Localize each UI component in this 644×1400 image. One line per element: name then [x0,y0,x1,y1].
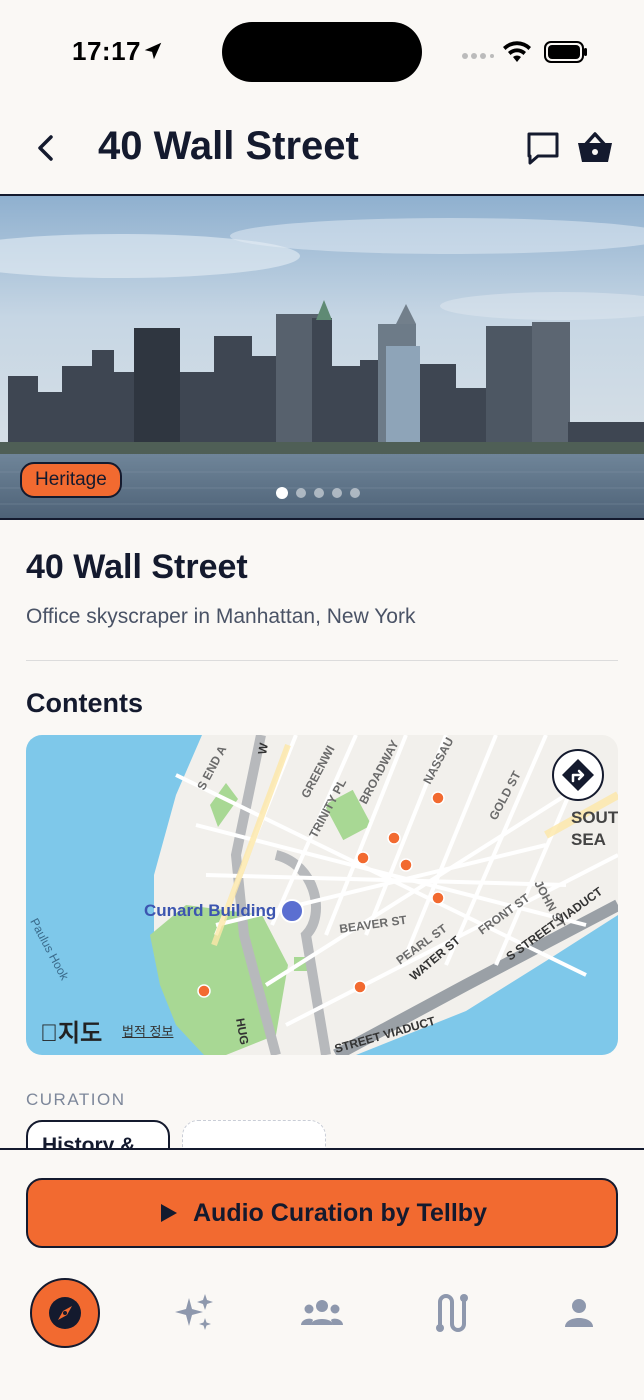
carousel-dot[interactable] [332,488,342,498]
tab-bar [0,1270,644,1360]
carousel-dots[interactable] [276,487,360,499]
tab-ai[interactable] [159,1278,229,1348]
play-icon [161,1204,177,1222]
map-area-label: SOUTH SEA [571,807,618,851]
carousel-dot[interactable] [276,487,288,499]
contents-heading: Contents [26,688,143,718]
tab-explore[interactable] [30,1278,100,1348]
location-arrow-icon [144,42,162,60]
curation-chips: History & [26,1120,618,1148]
map-area-line1: SOUTH [571,808,618,827]
audio-curation-label: Audio Curation by Tellby [193,1198,487,1227]
tab-community[interactable] [287,1278,357,1348]
people-icon [301,1300,343,1325]
dynamic-island [222,22,422,82]
map-tiles: BROADWAY NASSAU GOLD ST JOHN ST BEAVER S… [26,735,618,1055]
map-brand-text: 지도 [40,1020,102,1047]
basket-icon[interactable] [576,130,614,166]
contents-map[interactable]: BROADWAY NASSAU GOLD ST JOHN ST BEAVER S… [26,735,618,1055]
curation-label: CURATION [26,1090,126,1109]
tab-profile[interactable] [544,1278,614,1348]
curation-chip[interactable]: History & [26,1120,170,1148]
wifi-icon [503,41,531,62]
map-poi-label[interactable]: Cunard Building [144,901,276,921]
place-title: 40 Wall Street [26,548,248,586]
star-pin-icon[interactable] [280,899,304,923]
carousel-dot[interactable] [296,488,306,498]
header-title: 40 Wall Street [98,124,359,168]
status-bar: 17:17 [0,0,644,100]
place-subtitle: Office skyscraper in Manhattan, New York [26,605,416,628]
divider [26,660,618,661]
map-legal-link[interactable]: 법적 정보 [122,1021,173,1040]
directions-button[interactable] [552,749,604,801]
directions-icon [562,759,594,791]
category-badge: Heritage [20,462,122,498]
route-icon [436,1294,468,1332]
hero-photo[interactable]: Heritage [0,196,644,520]
chat-icon[interactable] [524,130,562,166]
status-time: 17:17 [72,36,141,66]
battery-icon [544,41,587,63]
back-icon[interactable] [28,130,64,166]
audio-curation-button[interactable]: Audio Curation by Tellby [26,1178,618,1248]
map-area-line2: SEA [571,830,606,849]
person-icon [565,1299,593,1327]
cellular-signal-icon [462,53,494,59]
curation-chip[interactable] [182,1120,326,1148]
map-brand: 지도 [40,1013,102,1048]
tab-routes[interactable] [415,1278,485,1348]
sparkles-icon [175,1294,213,1330]
bottom-panel: Audio Curation by Tellby [0,1148,644,1400]
carousel-dot[interactable] [314,488,324,498]
header: 40 Wall Street [0,100,644,196]
compass-icon [49,1297,81,1329]
carousel-dot[interactable] [350,488,360,498]
